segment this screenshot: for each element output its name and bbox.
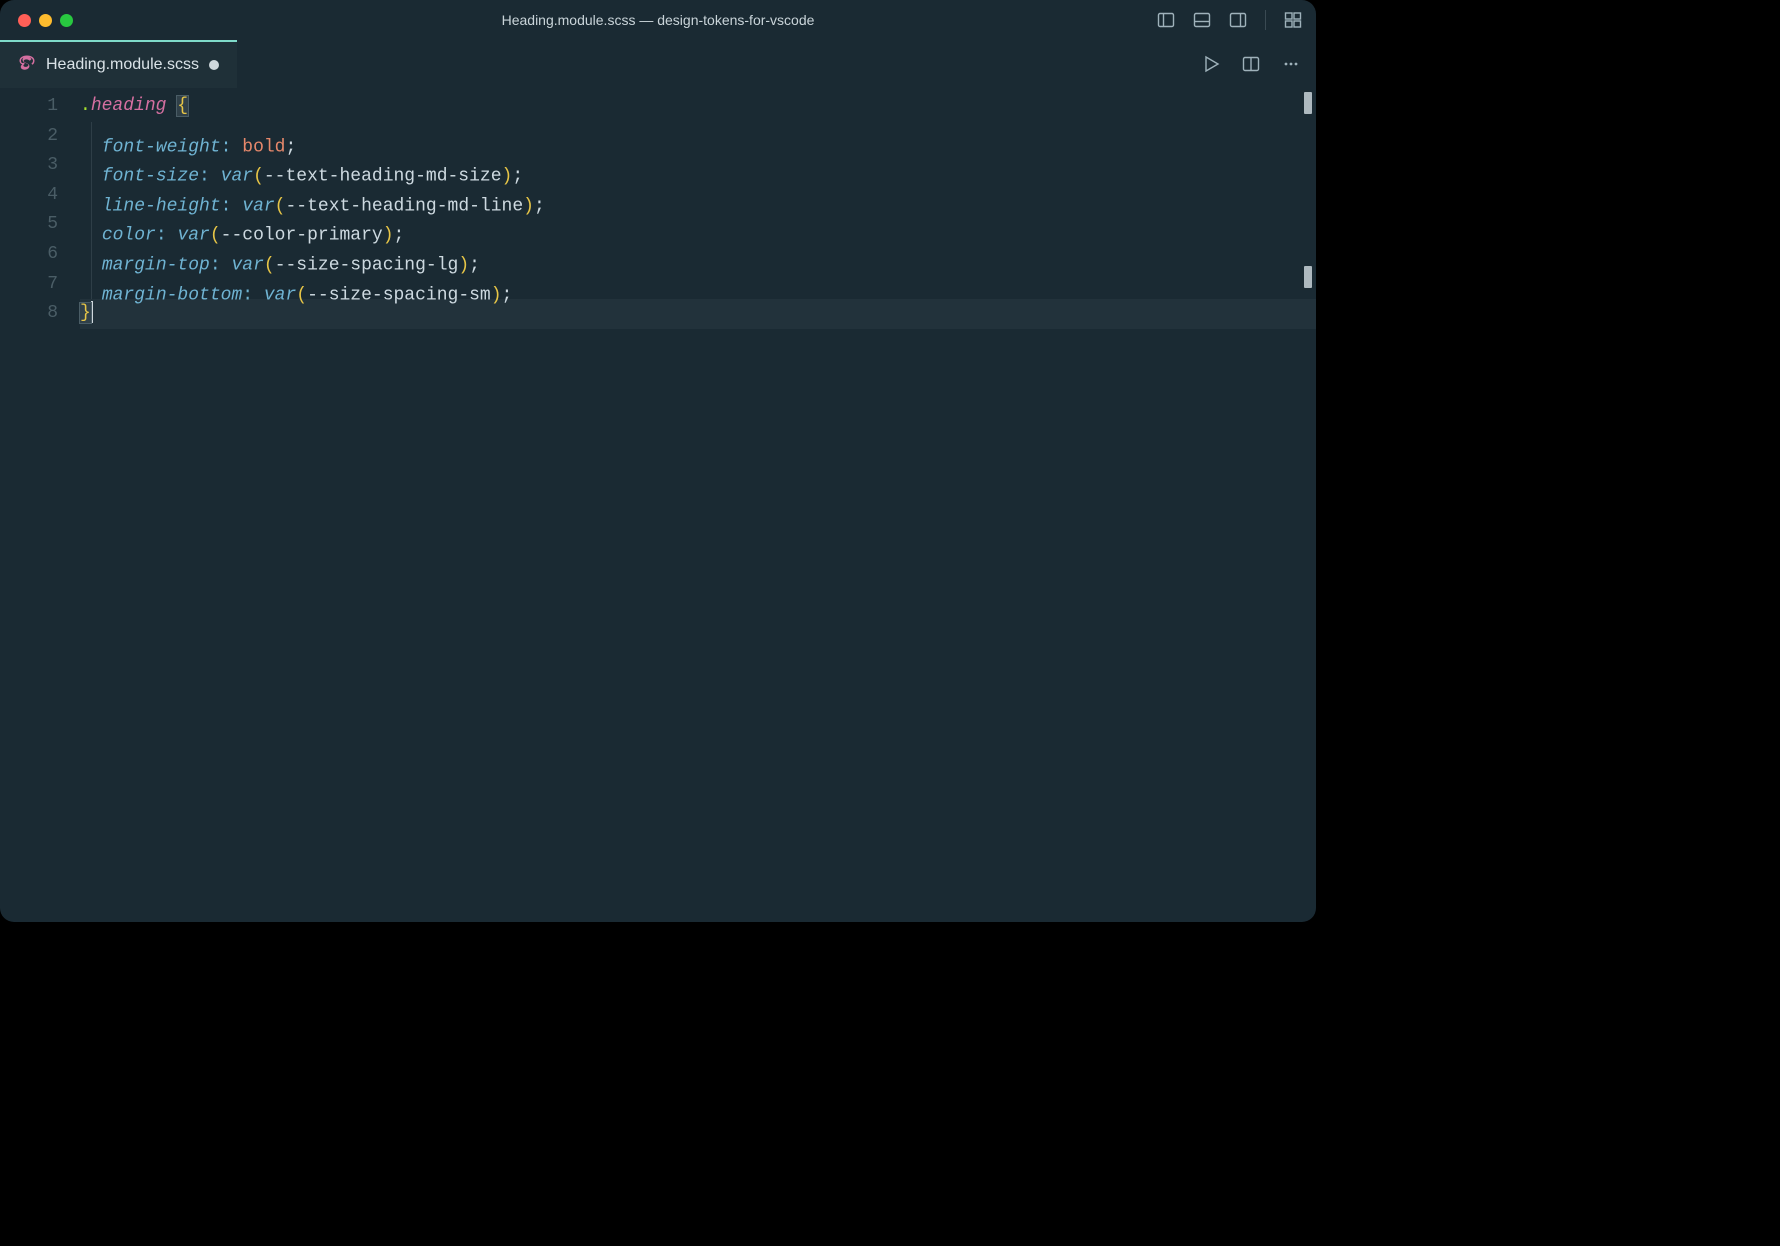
- titlebar: Heading.module.scss — design-tokens-for-…: [0, 0, 1316, 40]
- titlebar-actions: [1157, 10, 1302, 30]
- toggle-panel-icon[interactable]: [1193, 11, 1211, 29]
- minimap-marker: [1304, 266, 1312, 288]
- minimap-overview[interactable]: [1304, 92, 1312, 288]
- tab-actions: [1202, 40, 1300, 88]
- line-number-gutter: 1 2 3 4 5 6 7 8: [0, 92, 80, 922]
- customize-layout-icon[interactable]: [1284, 11, 1302, 29]
- line-number: 7: [0, 270, 58, 300]
- toggle-primary-sidebar-icon[interactable]: [1157, 11, 1175, 29]
- line-number: 5: [0, 210, 58, 240]
- tab-label: Heading.module.scss: [46, 56, 199, 74]
- tabbar: Heading.module.scss: [0, 40, 1316, 88]
- code-line[interactable]: margin-top: var(--size-spacing-lg);: [80, 240, 1316, 270]
- minimap-marker: [1304, 92, 1312, 114]
- tab-heading-module-scss[interactable]: Heading.module.scss: [0, 40, 237, 88]
- code-content[interactable]: .heading { font-weight: bold; font-size:…: [80, 92, 1316, 922]
- brace-open: {: [177, 96, 188, 116]
- tab-dirty-indicator-icon: [209, 60, 219, 70]
- maximize-window-button[interactable]: [60, 14, 73, 27]
- split-editor-icon[interactable]: [1242, 55, 1260, 73]
- editor-window: Heading.module.scss — design-tokens-for-…: [0, 0, 1316, 922]
- window-title: Heading.module.scss — design-tokens-for-…: [0, 12, 1316, 28]
- line-number: 4: [0, 181, 58, 211]
- line-number: 3: [0, 151, 58, 181]
- toggle-secondary-sidebar-icon[interactable]: [1229, 11, 1247, 29]
- code-line[interactable]: color: var(--color-primary);: [80, 210, 1316, 240]
- line-number: 8: [0, 299, 58, 329]
- code-line[interactable]: font-size: var(--text-heading-md-size);: [80, 151, 1316, 181]
- more-actions-icon[interactable]: [1282, 55, 1300, 73]
- brace-close: }: [80, 303, 91, 323]
- code-line[interactable]: font-weight: bold;: [80, 122, 1316, 152]
- titlebar-separator: [1265, 10, 1266, 30]
- editor-area[interactable]: 1 2 3 4 5 6 7 8 .heading { font-weight: …: [0, 88, 1316, 922]
- sass-icon: [18, 54, 36, 77]
- line-number: 6: [0, 240, 58, 270]
- close-window-button[interactable]: [18, 14, 31, 27]
- code-line[interactable]: line-height: var(--text-heading-md-line)…: [80, 181, 1316, 211]
- text-cursor: [91, 301, 93, 323]
- minimize-window-button[interactable]: [39, 14, 52, 27]
- code-line[interactable]: margin-bottom: var(--size-spacing-sm);: [80, 270, 1316, 300]
- code-line[interactable]: .heading {: [80, 92, 1316, 122]
- run-icon[interactable]: [1202, 55, 1220, 73]
- line-number: 1: [0, 92, 58, 122]
- line-number: 2: [0, 122, 58, 152]
- traffic-lights: [0, 14, 73, 27]
